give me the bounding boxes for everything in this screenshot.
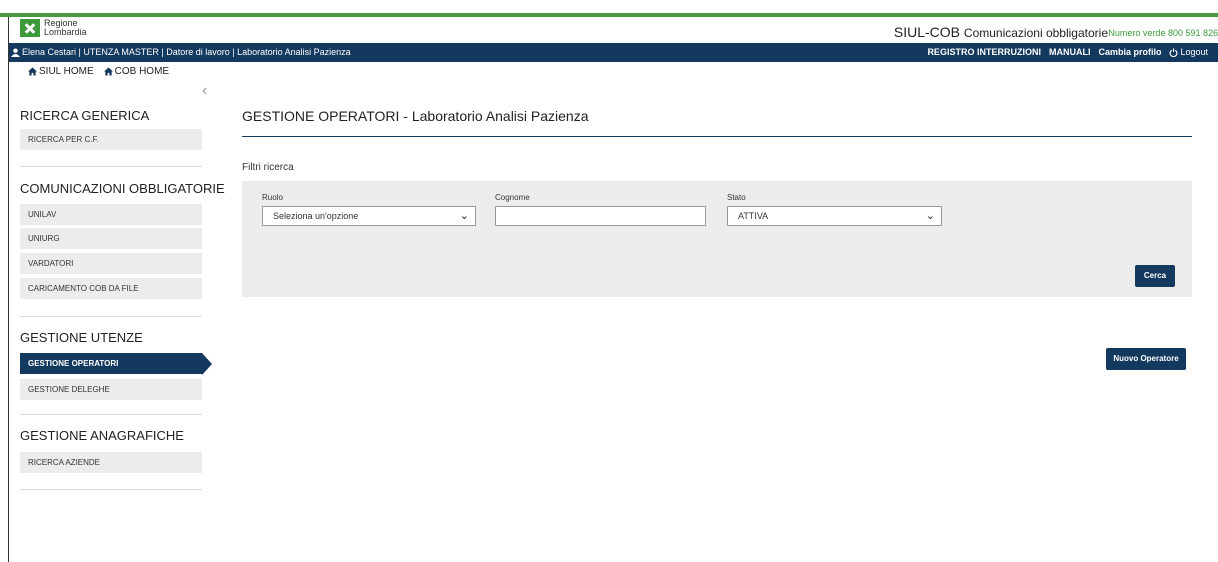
- cognome-label: Cognome: [495, 193, 530, 202]
- logout-label: Logout: [1180, 47, 1208, 57]
- ruolo-select-value: Seleziona un'opzione: [273, 211, 359, 221]
- app-title-subtitle: Comunicazioni obbligatorie: [963, 26, 1108, 40]
- home-icon: [28, 67, 37, 76]
- sidebar-item-unilav[interactable]: UNILAV: [20, 204, 202, 225]
- nuovo-operatore-button[interactable]: Nuovo Operatore: [1106, 348, 1186, 370]
- breadcrumb: SIUL HOME COB HOME: [28, 66, 169, 77]
- sidebar-divider: [20, 414, 202, 415]
- sidebar-divider: [20, 316, 202, 317]
- collapse-sidebar-icon[interactable]: ‹: [202, 82, 207, 100]
- sidebar-divider: [20, 489, 202, 490]
- logout-link[interactable]: Logout: [1169, 47, 1208, 57]
- stato-select-value: ATTIVA: [738, 211, 769, 221]
- regione-lombardia-logo[interactable]: Regione Lombardia: [20, 19, 87, 37]
- nav-links: REGISTRO INTERRUZIONI MANUALI Cambia pro…: [927, 47, 1208, 57]
- user-icon: [11, 47, 20, 57]
- user-info-text: Elena Cestari | UTENZA MASTER | Datore d…: [22, 47, 351, 57]
- sidebar-section-comunicazioni: COMUNICAZIONI OBBLIGATORIE: [20, 181, 225, 196]
- registro-interruzioni-link[interactable]: REGISTRO INTERRUZIONI: [927, 47, 1041, 57]
- cognome-input[interactable]: [495, 206, 706, 226]
- stato-label: Stato: [727, 193, 746, 202]
- sidebar-item-ricerca-aziende[interactable]: RICERCA AZIENDE: [20, 452, 202, 473]
- sidebar-section-gestione-utenze: GESTIONE UTENZE: [20, 330, 143, 345]
- sidebar-item-vardatori[interactable]: VARDATORI: [20, 253, 202, 274]
- logo-line2: Lombardia: [44, 27, 87, 37]
- sidebar-item-caricamento-cob[interactable]: CARICAMENTO COB DA FILE: [20, 278, 202, 299]
- sidebar-item-gestione-operatori[interactable]: GESTIONE OPERATORI: [20, 353, 212, 375]
- siul-home-label: SIUL HOME: [39, 66, 94, 77]
- sidebar-section-ricerca-generica: RICERCA GENERICA: [20, 108, 150, 123]
- sidebar-item-uniurg[interactable]: UNIURG: [20, 228, 202, 249]
- phone-number: Numero verde 800 591 826: [1108, 28, 1218, 38]
- cob-home-label: COB HOME: [114, 66, 170, 77]
- user-info: Elena Cestari | UTENZA MASTER | Datore d…: [11, 47, 351, 57]
- left-window-border: [8, 17, 9, 562]
- sidebar-item-gestione-deleghe[interactable]: GESTIONE DELEGHE: [20, 379, 202, 400]
- home-icon: [103, 67, 113, 76]
- cerca-button[interactable]: Cerca: [1135, 265, 1175, 287]
- title-divider: [242, 136, 1192, 137]
- sidebar-item-ricerca-cf[interactable]: RICERCA PER C.F.: [20, 129, 202, 150]
- lombardia-logo-icon: [20, 19, 40, 37]
- stato-select[interactable]: ATTIVA ⌄: [727, 206, 942, 226]
- brand-header: Regione Lombardia SIUL-COB Comunicazioni…: [9, 17, 1218, 43]
- ruolo-select[interactable]: Seleziona un'opzione ⌄: [262, 206, 476, 226]
- sidebar-section-gestione-anagrafiche: GESTIONE ANAGRAFICHE: [20, 428, 184, 443]
- app-title-main: SIUL-COB: [893, 24, 961, 40]
- page-title: GESTIONE OPERATORI - Laboratorio Analisi…: [242, 108, 589, 124]
- chevron-down-icon: ⌄: [925, 210, 935, 222]
- sidebar-divider: [20, 166, 202, 167]
- ruolo-label: Ruolo: [262, 193, 283, 202]
- siul-home-link[interactable]: SIUL HOME: [28, 66, 94, 77]
- cambia-profilo-link[interactable]: Cambia profilo: [1098, 47, 1161, 57]
- cob-home-link[interactable]: COB HOME: [103, 66, 170, 77]
- power-icon: [1170, 47, 1178, 57]
- manuali-link[interactable]: MANUALI: [1049, 47, 1091, 57]
- app-title: SIUL-COB Comunicazioni obbligatorie: [894, 24, 1108, 40]
- filter-panel: Ruolo Seleziona un'opzione ⌄ Cognome Sta…: [242, 181, 1192, 297]
- chevron-down-icon: ⌄: [459, 210, 469, 222]
- top-navbar: Elena Cestari | UTENZA MASTER | Datore d…: [9, 43, 1218, 62]
- filters-label: Filtri ricerca: [242, 162, 294, 173]
